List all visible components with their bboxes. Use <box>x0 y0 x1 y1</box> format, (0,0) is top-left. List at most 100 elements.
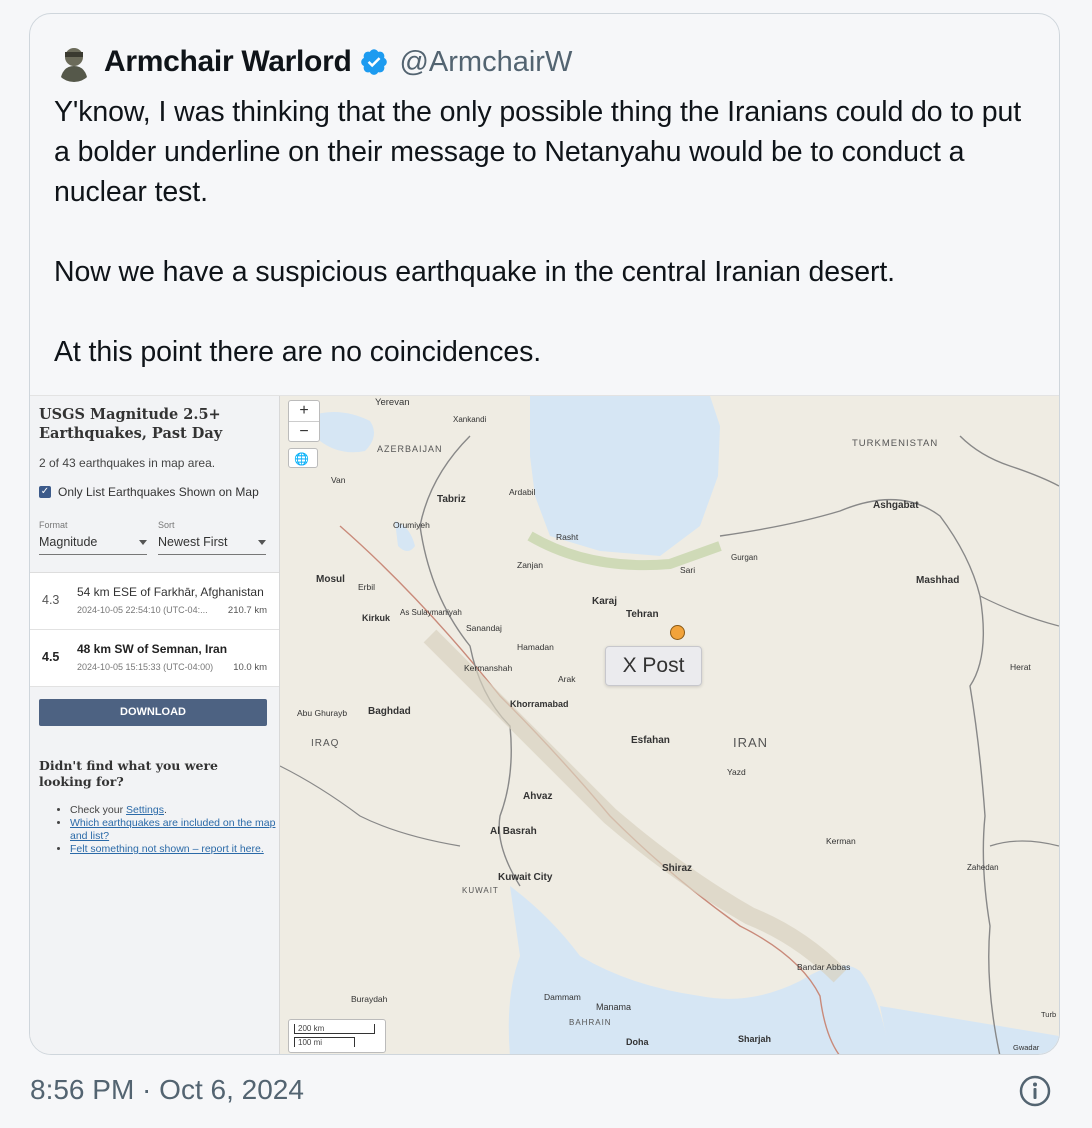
list-item: Which earthquakes are included on the ma… <box>70 817 290 843</box>
earthquake-list: 4.3 54 km ESE of Farkhār, Afghanistan 20… <box>30 572 279 687</box>
map-label: Manama <box>596 1002 632 1012</box>
map-label: Ahvaz <box>523 791 553 802</box>
map-label: Ashgabat <box>873 500 919 511</box>
x-post-tooltip: X Post <box>605 646 702 686</box>
zoom-control: + − <box>288 400 320 442</box>
tweet-timestamp[interactable]: 8:56 PM · Oct 6, 2024 <box>30 1074 304 1106</box>
map-label: Bandar Abbas <box>797 962 851 972</box>
map-label: Tabriz <box>437 494 466 505</box>
map-label: Khorramabad <box>510 699 569 709</box>
map-label: Baghdad <box>368 706 411 717</box>
map-label: Dammam <box>544 992 581 1002</box>
magnitude: 4.5 <box>42 650 60 664</box>
map-label: Kermanshah <box>464 663 513 673</box>
earthquake-marker[interactable] <box>670 625 685 640</box>
sort-select[interactable]: Newest First <box>158 535 266 555</box>
list-item: Felt something not shown – report it her… <box>70 843 290 856</box>
format-label: Format <box>39 520 68 530</box>
map-label: AZERBAIJAN <box>377 444 443 454</box>
location: 48 km SW of Semnan, Iran <box>77 642 228 656</box>
chevron-down-icon <box>139 540 147 545</box>
map-label: Tehran <box>626 609 659 620</box>
map-label: Abu Ghurayb <box>297 708 348 718</box>
globe-icon[interactable]: 🌐 <box>288 448 318 468</box>
map-label: Xankandi <box>453 415 487 424</box>
scale-mi: 100 mi <box>294 1037 355 1047</box>
download-button[interactable]: DOWNLOAD <box>39 699 267 726</box>
map-label: Kerman <box>826 836 856 846</box>
list-item: Check your Settings. <box>70 804 290 817</box>
event-time: 2024-10-05 15:15:33 (UTC-04:00) <box>77 662 214 672</box>
map-label: Arak <box>558 674 576 684</box>
help-title: Didn't find what you were looking for? <box>39 758 219 789</box>
map-label: Sharjah <box>738 1034 772 1044</box>
sort-value: Newest First <box>158 535 228 549</box>
map-canvas <box>280 396 1059 1054</box>
sort-label: Sort <box>158 520 175 530</box>
zoom-in-button[interactable]: + <box>289 401 319 422</box>
map-label: KUWAIT <box>462 886 499 895</box>
list-item[interactable]: 4.3 54 km ESE of Farkhār, Afghanistan 20… <box>30 573 279 630</box>
avatar[interactable] <box>54 42 94 82</box>
map-label: Karaj <box>592 596 618 607</box>
checkmark-icon: ✓ <box>39 486 51 498</box>
map-label: Kuwait City <box>498 872 553 883</box>
info-icon[interactable] <box>1019 1075 1051 1107</box>
tweet-card[interactable]: Armchair Warlord @ArmchairW Y'know, I wa… <box>29 13 1060 1055</box>
map-label: Mosul <box>316 574 345 585</box>
scale-bar: 200 km 100 mi <box>288 1019 386 1053</box>
earthquake-map[interactable]: Yerevan Xankandi AZERBAIJAN TURKMENISTAN… <box>280 396 1059 1054</box>
only-list-shown-checkbox[interactable]: ✓ Only List Earthquakes Shown on Map <box>39 485 259 499</box>
map-label: Al Basrah <box>490 826 537 837</box>
settings-link[interactable]: Settings <box>126 804 164 816</box>
zoom-out-button[interactable]: − <box>289 422 319 442</box>
map-label: Gurgan <box>731 553 758 562</box>
depth: 210.7 km <box>227 605 267 616</box>
magnitude: 4.3 <box>42 593 60 607</box>
map-label: Gwadar <box>1013 1043 1040 1052</box>
depth: 10.0 km <box>233 662 267 673</box>
map-label: Erbil <box>358 582 376 592</box>
event-time: 2024-10-05 22:54:10 (UTC-04:... <box>77 605 208 615</box>
map-label: Sari <box>680 565 696 575</box>
map-label: Yerevan <box>375 397 410 408</box>
map-label: Esfahan <box>631 735 670 746</box>
usgs-title: USGS Magnitude 2.5+ Earthquakes, Past Da… <box>39 406 223 442</box>
map-label: Mashhad <box>916 575 960 586</box>
map-label: Yazd <box>727 767 746 777</box>
map-label: Herat <box>1010 662 1031 672</box>
map-label: Van <box>331 475 346 485</box>
map-label: Ardabil <box>509 487 536 497</box>
format-select[interactable]: Magnitude <box>39 535 147 555</box>
map-label: Zanjan <box>517 560 543 570</box>
author-name[interactable]: Armchair Warlord <box>104 45 352 79</box>
list-item[interactable]: 4.5 48 km SW of Semnan, Iran 2024-10-05 … <box>30 630 279 687</box>
map-label: Buraydah <box>351 994 388 1004</box>
map-label: BAHRAIN <box>569 1018 612 1027</box>
map-label: Hamadan <box>517 642 554 652</box>
location: 54 km ESE of Farkhār, Afghanistan <box>77 585 264 599</box>
report-link[interactable]: Felt something not shown – report it her… <box>70 843 264 855</box>
map-label: IRAN <box>733 735 769 750</box>
map-label: Orumiyeh <box>393 520 430 530</box>
verified-badge-icon <box>361 49 388 75</box>
map-label: IRAQ <box>311 738 340 749</box>
usgs-sidebar: USGS Magnitude 2.5+ Earthquakes, Past Da… <box>30 396 280 1054</box>
map-label: Rasht <box>556 532 579 542</box>
checkbox-label: Only List Earthquakes Shown on Map <box>58 485 259 499</box>
map-label: Sanandaj <box>466 623 502 633</box>
help-list: Check your Settings. Which earthquakes a… <box>50 804 290 856</box>
included-earthquakes-link[interactable]: Which earthquakes are included on the ma… <box>70 817 275 842</box>
help-text: Check your <box>70 804 127 816</box>
scale-km: 200 km <box>294 1024 375 1034</box>
earthquake-count: 2 of 43 earthquakes in map area. <box>39 456 216 470</box>
map-label: Turb <box>1041 1010 1057 1019</box>
attached-screenshot[interactable]: USGS Magnitude 2.5+ Earthquakes, Past Da… <box>30 395 1059 1054</box>
help-text: . <box>163 804 167 816</box>
map-label: As Sulaymaniyah <box>400 608 462 617</box>
tweet-header: Armchair Warlord @ArmchairW <box>54 40 572 84</box>
format-value: Magnitude <box>39 535 98 549</box>
map-label: Zahedan <box>967 863 999 872</box>
author-handle[interactable]: @ArmchairW <box>399 46 572 79</box>
chevron-down-icon <box>258 540 266 545</box>
